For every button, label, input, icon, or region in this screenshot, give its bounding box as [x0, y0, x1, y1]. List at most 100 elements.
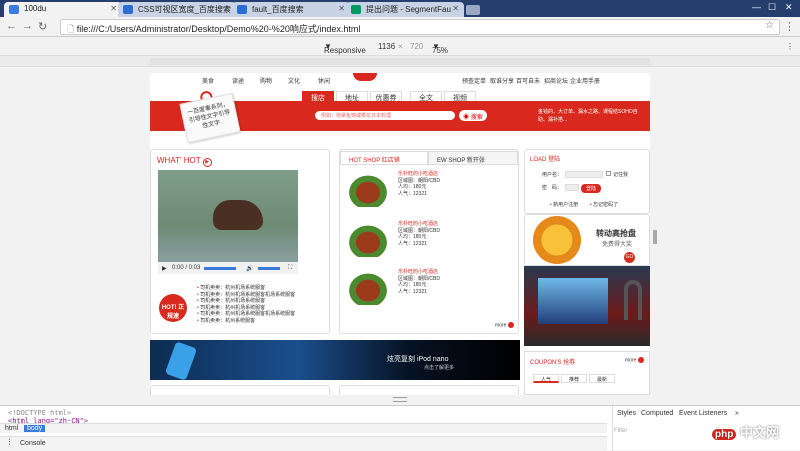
close-icon[interactable]: ✕	[452, 4, 459, 13]
tab-hot-shop[interactable]: HOT SHOP 红店铺	[340, 151, 428, 165]
url-input[interactable]: 🗋 file:///C:/Users/Administrator/Desktop…	[60, 19, 780, 35]
menu-icon[interactable]: ⋮	[784, 20, 795, 33]
search-button[interactable]: ◉ 搜索	[459, 110, 487, 121]
coupon-tab-latest[interactable]: 最新	[589, 374, 615, 383]
ipod-banner[interactable]: 炫亮复刻 iPod nano 点击了解更多	[150, 340, 520, 381]
window-close-icon[interactable]: ✕	[785, 2, 793, 13]
laptop-screen-image	[538, 278, 608, 324]
viewport-height[interactable]: 720	[410, 42, 423, 51]
device-mode-select[interactable]: Responsive ▼	[324, 42, 366, 55]
volume-slider[interactable]	[258, 267, 280, 270]
search-input[interactable]: 例如：荷棠鱼馆或樱花日本料理	[315, 111, 455, 120]
username-input[interactable]	[565, 171, 603, 178]
tab-fault-search[interactable]: fault_百度搜索 ✕	[232, 2, 350, 17]
more-options-icon[interactable]: ⋮	[786, 42, 794, 51]
nav-item[interactable]: 美食	[202, 76, 214, 85]
tab-100du[interactable]: 100du ✕	[4, 2, 122, 17]
whats-hot-title: WHAT' HOT ▶	[157, 156, 212, 167]
whats-hot-card: WHAT' HOT ▶ ▶ 0:00 / 0:03 🔊 ⛶ HOT! 正规速 司…	[150, 149, 330, 334]
product-item[interactable]: 乐扑旺的小吃酒店 区域图：朝阳/CBD 人均：180元 人气：12321	[344, 265, 504, 309]
search-icon: ◉	[463, 115, 470, 121]
nav-item[interactable]: 预查定单	[462, 76, 486, 85]
banner-title: 炫亮复刻 iPod nano	[387, 356, 449, 363]
tab-segmentfault[interactable]: 提出问题 - SegmentFau ✕	[346, 2, 464, 17]
go-button[interactable]: GO	[624, 252, 635, 263]
nav-item[interactable]: 读途	[232, 76, 244, 85]
play-icon[interactable]: ▶	[162, 265, 167, 272]
more-link[interactable]: more	[495, 322, 515, 328]
close-icon[interactable]: ✕	[110, 4, 117, 13]
zoom-select[interactable]: 75% ▼	[432, 42, 448, 55]
hot-links[interactable]: 金钱的、大订单、漏水之路、课程结SOHO自助、漏补搭...	[538, 108, 638, 124]
dimension-separator: ×	[398, 42, 403, 51]
nav-item[interactable]: 取谁分享	[490, 76, 514, 85]
drawer-menu-icon[interactable]: ⋮	[6, 438, 13, 446]
login-button[interactable]: 登陆	[581, 184, 601, 193]
doctype-line[interactable]: <!DOCTYPE html>	[8, 409, 71, 417]
address-bar-row: ← → ↻ 🗋 file:///C:/Users/Administrator/D…	[0, 17, 800, 37]
forgot-link[interactable]: • 忘记密码了	[590, 201, 618, 208]
crumb-html[interactable]: html	[2, 425, 21, 432]
console-tab[interactable]: Console	[20, 440, 46, 447]
product-item[interactable]: 乐扑旺的小吃酒店 区域图：朝阳/CBD 人均：180元 人气：12321	[344, 217, 504, 261]
video-player[interactable]	[158, 170, 298, 262]
coupon-tab-popular[interactable]: 人气	[533, 374, 559, 383]
nav-item[interactable]: 文化	[288, 76, 300, 85]
nav-item[interactable]: 百可自未	[516, 76, 540, 85]
coupon-more-link[interactable]: more	[625, 357, 645, 363]
coupon-tab-recommend[interactable]: 推荐	[561, 374, 587, 383]
register-label: 新用户注册	[553, 202, 579, 208]
volume-icon[interactable]: 🔊	[246, 265, 253, 272]
product-item[interactable]: 乐扑旺的小吃酒店 区域图：朝阳/CBD 人均：180元 人气：12321	[344, 167, 504, 211]
nav-item[interactable]: 企业用手册	[570, 76, 600, 85]
list-item[interactable]: 司机卖卖：杭州系统服客	[197, 318, 307, 325]
nav-item[interactable]: 招商论坛	[544, 76, 568, 85]
close-icon[interactable]: ✕	[338, 4, 345, 13]
list-item[interactable]: 司机卖卖：杭州机场系统服客机场系统服客	[197, 311, 307, 318]
maximize-icon[interactable]: ☐	[768, 2, 776, 13]
bottom-resize-handle[interactable]	[393, 397, 407, 402]
product-title[interactable]: 乐扑旺的小吃酒店	[398, 171, 440, 178]
list-item[interactable]: 司机卖卖：杭州机场系统服客	[197, 285, 307, 292]
product-title[interactable]: 乐扑旺的小吃酒店	[398, 269, 440, 276]
wheel-gauge-icon	[533, 216, 581, 264]
product-views: 人气：12321	[398, 190, 427, 197]
close-icon[interactable]: ✕	[224, 4, 231, 13]
nav-item[interactable]: 休闲	[318, 76, 330, 85]
viewport-resize-handle[interactable]	[653, 230, 657, 244]
tab-title: 提出问题 - SegmentFau	[366, 5, 451, 14]
minimize-icon[interactable]: —	[752, 2, 761, 12]
list-item[interactable]: 司机卖卖：杭州机场系统服客	[197, 298, 307, 305]
new-tab-button[interactable]	[466, 5, 480, 15]
reload-icon[interactable]: ↻	[38, 20, 47, 33]
tab-css-search[interactable]: CSS可视区宽度_百度搜索 ✕	[118, 2, 236, 17]
search-button-label: 搜索	[470, 115, 483, 121]
event-listeners-tab[interactable]: Event Listeners	[679, 410, 727, 417]
styles-tab[interactable]: Styles	[617, 410, 636, 417]
crumb-body[interactable]: body	[24, 425, 46, 432]
coupon-title: COUPON'S 抢券	[530, 360, 576, 366]
baidu-favicon-icon	[237, 5, 247, 14]
username-label: 用户名：	[542, 172, 563, 178]
nav-item[interactable]: 购物	[260, 76, 272, 85]
tab-new-shop[interactable]: EW SHOP 新开张	[428, 151, 518, 165]
computed-tab[interactable]: Computed	[641, 410, 673, 417]
more-tabs-icon[interactable]: »	[735, 410, 739, 417]
product-title[interactable]: 乐扑旺的小吃酒店	[398, 221, 440, 228]
product-views: 人气：12321	[398, 288, 427, 295]
remember-checkbox[interactable]	[606, 171, 611, 176]
filter-input[interactable]: Filter	[614, 428, 627, 434]
password-input[interactable]	[565, 184, 579, 191]
register-link[interactable]: • 新用户注册	[550, 201, 578, 208]
bookmark-star-icon[interactable]: ☆	[765, 20, 774, 31]
viewport-width[interactable]: 1136	[378, 42, 395, 51]
back-icon[interactable]: ←	[6, 20, 17, 32]
seek-slider[interactable]	[204, 267, 236, 270]
forward-icon[interactable]: →	[22, 20, 33, 32]
play-circle-icon[interactable]: ▶	[202, 158, 212, 167]
product-image	[344, 171, 392, 207]
laptop-ad[interactable]	[524, 266, 650, 346]
ruler-segment[interactable]	[150, 58, 650, 65]
fullscreen-icon[interactable]: ⛶	[288, 265, 292, 272]
php-logo: php	[712, 429, 737, 440]
